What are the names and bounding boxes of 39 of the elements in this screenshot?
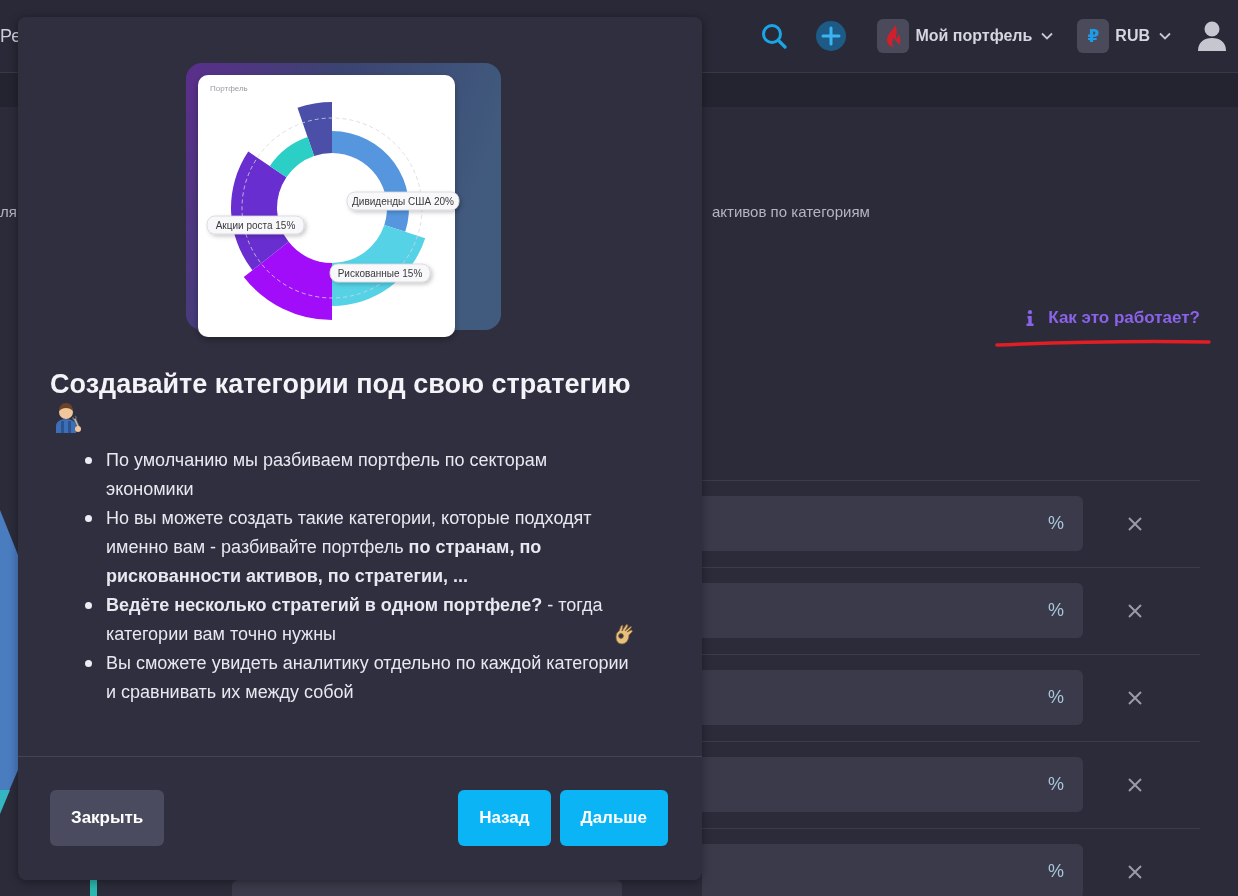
bullet-icon (85, 660, 92, 667)
close-icon[interactable] (1128, 690, 1142, 705)
secondary-button[interactable]: Закрыть (50, 790, 165, 846)
bullet-icon (85, 515, 92, 522)
chart-label: Акции роста 15% (206, 215, 305, 235)
currency-dropdown[interactable]: ₽ RUB (1077, 19, 1171, 53)
bullet-text: Но вы можете создать такие категории, которые подходят именно вам - разбивайте портфель по странам, по рискованности активов, по стратегии, ... (106, 507, 593, 588)
currency-symbol: ₽ (1077, 19, 1110, 53)
page-text: ля (0, 202, 18, 222)
close-icon[interactable] (1128, 516, 1142, 531)
percent-field[interactable]: % (702, 844, 1083, 896)
user-icon[interactable] (1198, 21, 1226, 51)
page-subtitle: активов по категориям (712, 202, 870, 222)
search-icon[interactable] (761, 23, 788, 49)
portfolio-dropdown[interactable]: Мой портфель (877, 19, 1054, 53)
chart-label: Рискованные 15% (329, 263, 431, 283)
close-icon[interactable] (1128, 603, 1142, 618)
bullet-text: Вы сможете увидеть аналитику отдельно по каждой категории и сравнивать их между собой (106, 652, 630, 704)
bullet-text: По умолчанию мы разбиваем портфель по секторам экономики (106, 449, 549, 501)
chevron-down-icon (1041, 32, 1054, 40)
help-link[interactable]: Как это работает? (1026, 307, 1200, 329)
flame-icon (877, 19, 910, 53)
bullet-icon (85, 602, 92, 609)
percent-field[interactable]: % (702, 583, 1083, 638)
add-icon[interactable] (816, 21, 847, 51)
chevron-down-icon (1159, 32, 1171, 40)
bullet-text: Ведёте несколько стратегий в одном портфеле? - тогда категории вам точно нужны (106, 594, 604, 646)
input-field[interactable] (232, 880, 622, 896)
chart-card-title: Портфель (210, 84, 248, 93)
chart-label: Дивиденды США 20% (346, 191, 460, 211)
modal-title: Создавайте категории под свою стратегию (50, 368, 632, 401)
info-icon (1026, 310, 1035, 326)
percent-field[interactable]: % (702, 757, 1083, 812)
close-icon[interactable] (1128, 864, 1142, 879)
bullet-icon (85, 457, 92, 464)
close-icon[interactable] (1128, 777, 1142, 792)
category-color-bar (90, 880, 97, 896)
percent-field[interactable]: % (702, 670, 1083, 725)
percent-field[interactable]: % (702, 496, 1083, 551)
